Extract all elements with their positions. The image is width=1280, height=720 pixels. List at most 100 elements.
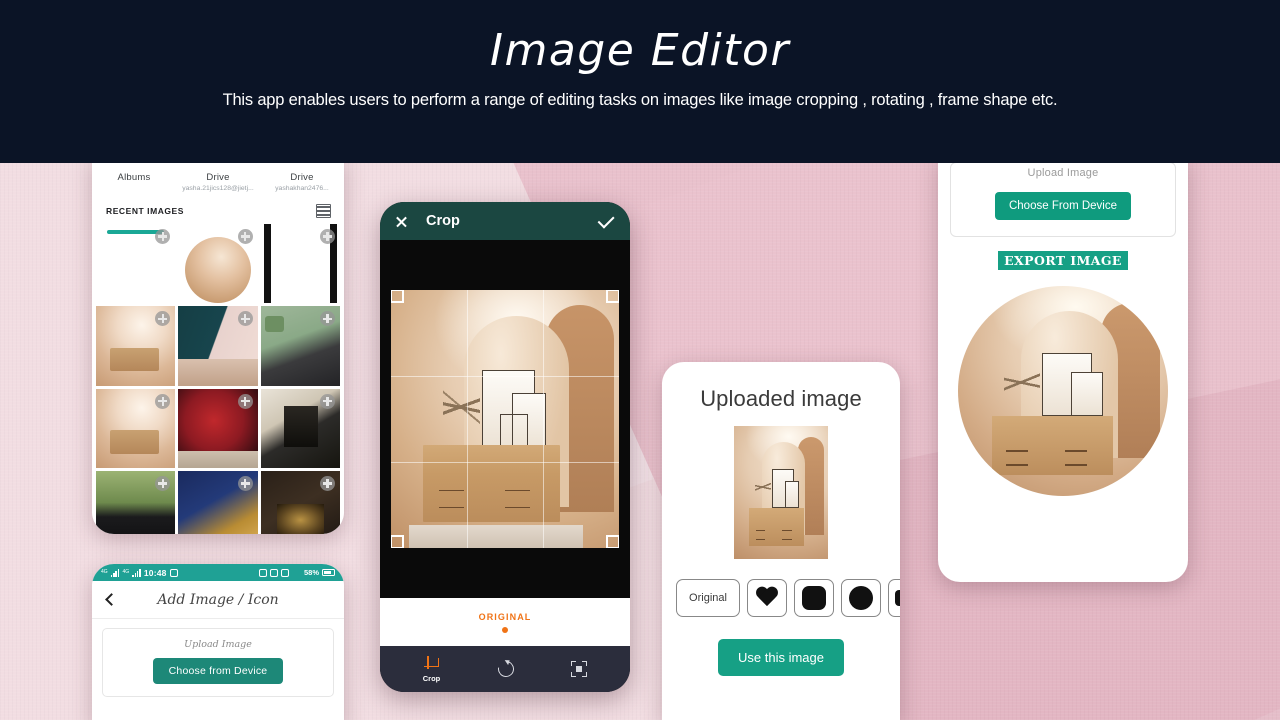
gallery-source-drive-1[interactable]: Drive yasha.21jics128@jietj... [176, 172, 260, 192]
gallery-thumbnail[interactable] [260, 306, 340, 386]
uploaded-image-title: Uploaded image [700, 386, 862, 411]
upload-label: Upload Image [1027, 167, 1099, 179]
gallery-thumbnail[interactable] [260, 224, 340, 304]
network-label-1: 4G [101, 569, 108, 575]
status-bar: 4G 4G 10:48 58% [92, 564, 344, 581]
crop-grid-overlay [391, 290, 619, 548]
gallery-source-tabs[interactable]: Albums Drive yasha.21jics128@jietj... Dr… [92, 164, 344, 196]
uploaded-photo[interactable] [734, 426, 828, 559]
photo-branches [754, 461, 771, 512]
crop-toolbar: Crop [380, 646, 630, 692]
use-this-image-button[interactable]: Use this image [718, 639, 844, 676]
drag-handle-icon[interactable] [155, 393, 171, 409]
gallery-thumbnail[interactable] [96, 388, 176, 469]
gallery-source-albums[interactable]: Albums [92, 172, 176, 192]
tool-crop-label: Crop [422, 673, 441, 683]
drag-handle-icon[interactable] [237, 311, 253, 327]
phone-mockup-gallery: Albums Drive yasha.21jics128@jietj... Dr… [92, 156, 344, 534]
source-account: yashakhan2476... [275, 185, 329, 192]
aspect-ratio-label: ORIGINAL [478, 611, 532, 622]
export-button-wrap: EXPORT IMAGE [938, 251, 1188, 270]
choose-from-device-button[interactable]: Choose from Device [152, 658, 284, 684]
source-label: Albums [117, 172, 151, 183]
check-icon[interactable] [597, 211, 615, 229]
recent-images-label: RECENT IMAGES [106, 206, 184, 216]
gallery-thumbnail[interactable] [96, 306, 176, 386]
screenshot-stage: Image Editor This app enables users to p… [0, 0, 1280, 720]
shape-option-circle[interactable] [841, 579, 881, 617]
bluetooth-icon [258, 568, 267, 577]
photo-dresser [749, 508, 804, 546]
crop-handle-top-left[interactable] [391, 290, 404, 303]
rectangle-shape-icon [895, 590, 900, 606]
gallery-thumbnail[interactable] [178, 306, 258, 386]
photo-dresser [991, 416, 1114, 475]
gallery-thumbnail[interactable] [178, 388, 258, 469]
phone-mockup-uploaded-image: Uploaded image Original Use this image [662, 362, 900, 720]
shape-option-rectangle[interactable] [888, 579, 900, 617]
crop-app-bar: Crop [380, 202, 630, 240]
photo-frame-medium [784, 480, 799, 509]
gallery-thumbnail[interactable] [260, 471, 340, 534]
tool-rotate[interactable] [494, 657, 517, 681]
screen-title: Add Image / Icon [157, 591, 279, 608]
rotate-icon [494, 657, 517, 681]
page-title: Image Editor [489, 25, 790, 76]
drag-handle-icon[interactable] [237, 476, 253, 492]
heart-shape-icon [755, 587, 779, 609]
close-icon[interactable] [395, 215, 408, 228]
crop-handle-bottom-left[interactable] [391, 535, 404, 548]
tool-crop[interactable]: Crop [422, 655, 441, 683]
page-subtitle: This app enables users to perform a rang… [222, 90, 1058, 109]
rounded-square-shape-icon [802, 586, 826, 610]
crop-handle-top-right[interactable] [606, 290, 619, 303]
frame-shape-selector: Original [662, 559, 900, 617]
fit-icon [571, 661, 588, 677]
upload-card: Upload Image Choose From Device [950, 162, 1176, 237]
upload-label: Upload Image [184, 639, 252, 650]
photo-frame-medium [1071, 372, 1103, 417]
upload-card: Upload Image Choose from Device [102, 628, 334, 697]
shape-option-rounded-square[interactable] [794, 579, 834, 617]
phone-mockup-crop: Crop ORIGINAL Crop [380, 202, 630, 692]
crop-photo [391, 290, 619, 548]
choose-from-device-button[interactable]: Choose From Device [994, 192, 1131, 220]
gallery-thumbnail[interactable] [178, 224, 258, 304]
app-bar: Add Image / Icon [92, 581, 344, 619]
photo-branches [1004, 342, 1040, 421]
crop-handle-bottom-right[interactable] [606, 535, 619, 548]
alarm-icon [169, 568, 178, 577]
circle-shape-icon [849, 586, 873, 610]
source-label: Drive [290, 172, 314, 183]
signal-icon-1 [110, 568, 120, 577]
shape-option-original[interactable]: Original [676, 579, 740, 617]
gallery-thumbnail[interactable] [260, 388, 340, 469]
export-circle-preview[interactable] [958, 286, 1168, 496]
header-banner: Image Editor This app enables users to p… [0, 0, 1280, 163]
gallery-thumbnail[interactable] [96, 471, 176, 534]
drag-handle-icon[interactable] [237, 229, 253, 244]
recent-images-grid [92, 224, 344, 534]
drag-handle-icon[interactable] [320, 476, 335, 492]
crop-canvas[interactable] [380, 240, 630, 598]
status-time: 10:48 [143, 567, 167, 578]
gallery-thumbnail[interactable] [96, 224, 176, 304]
export-preview-wrap [938, 286, 1188, 496]
gallery-thumbnail[interactable] [178, 471, 258, 534]
signal-icon-2 [132, 568, 141, 577]
aspect-ratio-bar[interactable]: ORIGINAL [380, 598, 630, 646]
uploaded-photo-wrap [662, 426, 900, 559]
vibrate-icon [269, 568, 278, 577]
recent-images-header: RECENT IMAGES [92, 196, 344, 224]
list-view-icon[interactable] [316, 204, 331, 218]
gallery-source-drive-2[interactable]: Drive yashakhan2476... [260, 172, 344, 192]
battery-percent: 58% [303, 568, 319, 577]
drag-handle-icon[interactable] [320, 229, 335, 244]
export-image-button[interactable]: EXPORT IMAGE [998, 251, 1128, 270]
battery-icon [322, 569, 335, 576]
tool-fit[interactable] [571, 661, 588, 677]
shape-original-label: Original [689, 592, 727, 604]
drag-handle-icon[interactable] [320, 393, 335, 409]
shape-option-heart[interactable] [747, 579, 787, 617]
drag-handle-icon[interactable] [237, 393, 253, 409]
